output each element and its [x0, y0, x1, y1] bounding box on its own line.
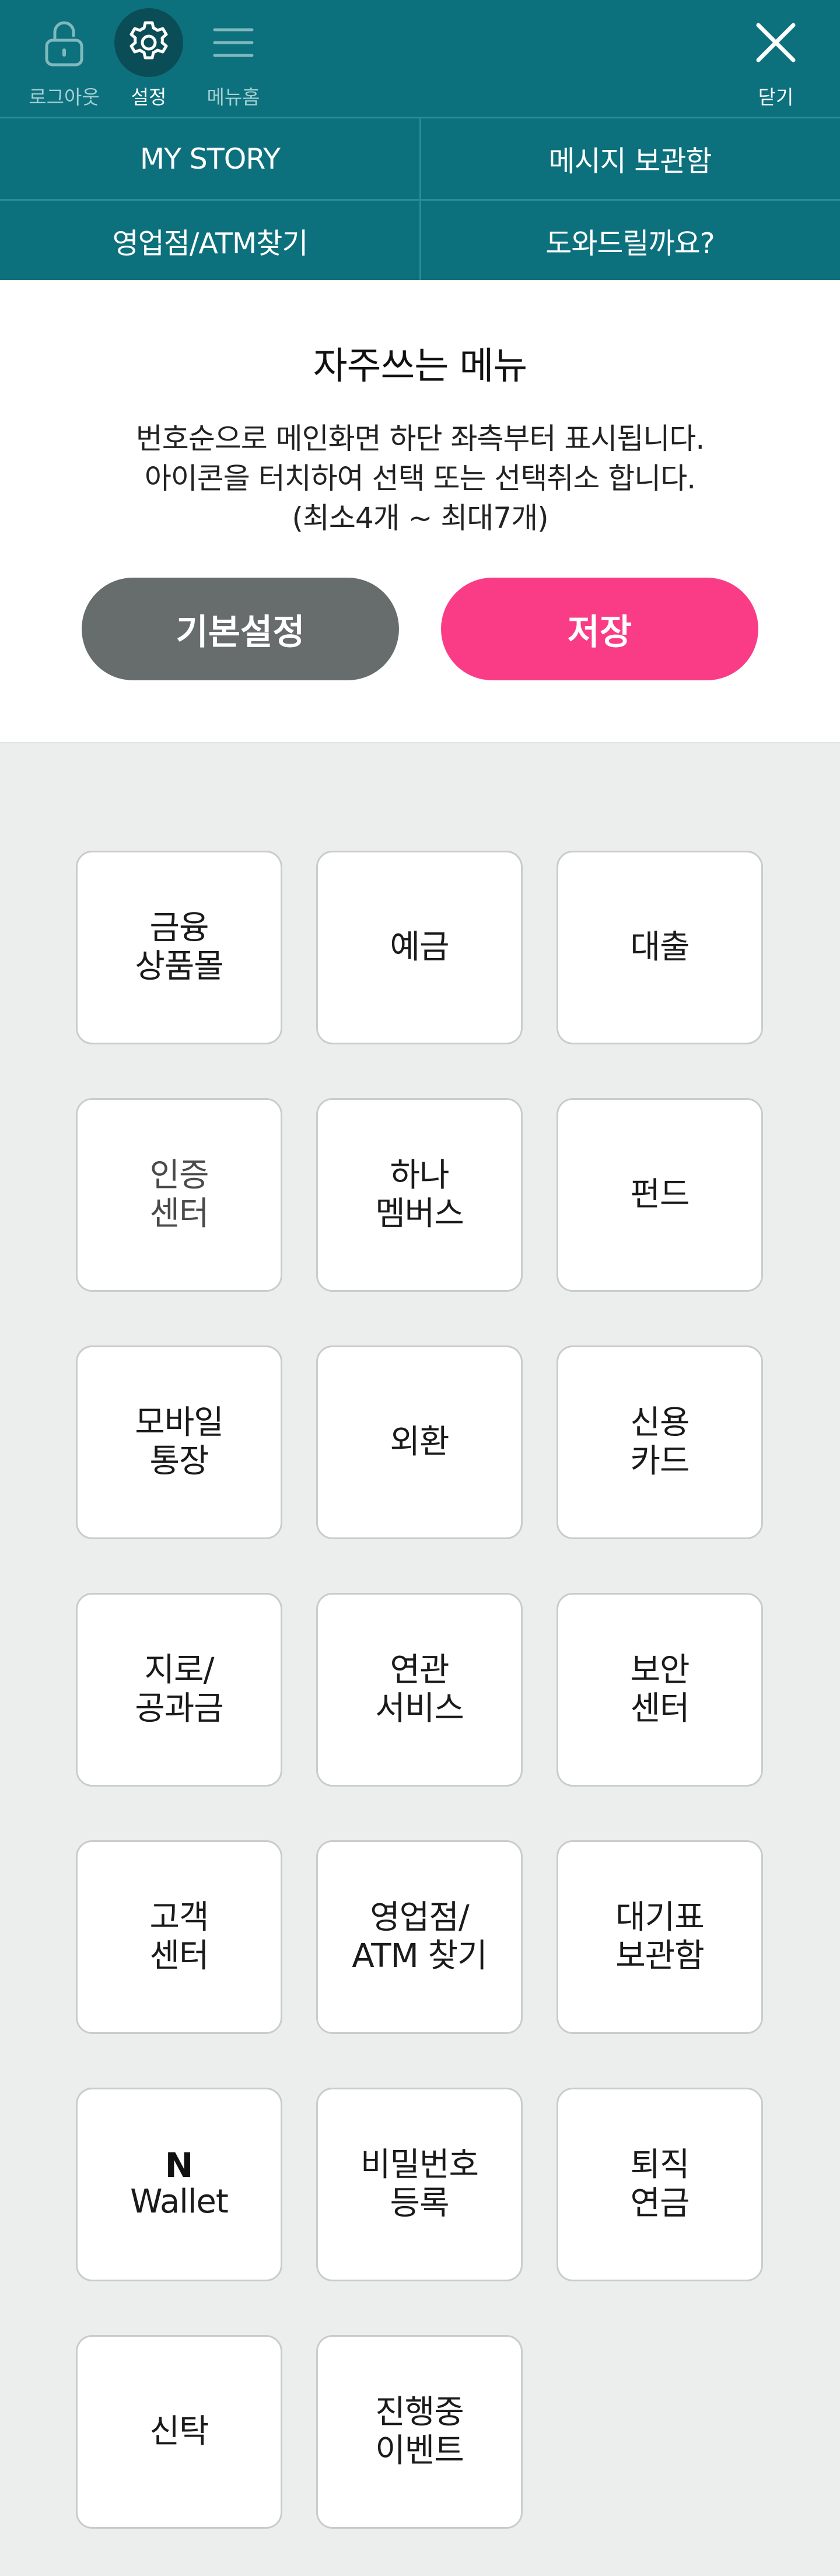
tile-label: 센터	[149, 1195, 209, 1233]
tile-label: 영업점/	[370, 1899, 469, 1937]
tile-label: 연금	[630, 2184, 690, 2222]
tile-label: 연관	[390, 1651, 449, 1689]
favorite-menu-panel: 자주쓰는 메뉴 번호순으로 메인화면 하단 좌측부터 표시됩니다. 아이콘을 터…	[0, 280, 840, 743]
settings-label: 설정	[131, 86, 167, 109]
menu-tile-branch-atm[interactable]: 영업점/ ATM 찾기	[316, 1840, 523, 2034]
menu-tile-trust[interactable]: 신탁	[76, 2335, 282, 2529]
tile-label: 고객	[149, 1899, 209, 1937]
menu-tile-retirement-pension[interactable]: 퇴직 연금	[556, 2088, 763, 2281]
tile-label: 센터	[630, 1690, 690, 1728]
panel-description-line3: (최소4개 ~ 최대7개)	[292, 501, 548, 535]
tile-label: ATM 찾기	[352, 1937, 487, 1975]
tile-label: 등록	[390, 2184, 449, 2222]
menu-tile-credit-card[interactable]: 신용 카드	[556, 1345, 763, 1539]
tile-label: 펀드	[630, 1176, 690, 1214]
menu-home-button[interactable]: 메뉴홈	[192, 0, 274, 117]
menu-tile-n-wallet[interactable]: N Wallet	[76, 2088, 282, 2281]
tile-label: 진행중	[375, 2393, 464, 2431]
close-icon	[741, 8, 810, 77]
tile-label: 신용	[630, 1404, 690, 1442]
tile-label: 모바일	[135, 1404, 224, 1442]
menu-tile-certificate-center[interactable]: 인증 센터	[76, 1098, 282, 1292]
menu-home-label: 메뉴홈	[206, 86, 260, 109]
panel-title: 자주쓰는 메뉴	[313, 345, 528, 388]
menu-tile-mobile-passbook[interactable]: 모바일 통장	[76, 1345, 282, 1539]
default-settings-button[interactable]: 기본설정	[82, 578, 399, 680]
close-label: 닫기	[758, 86, 794, 109]
tile-label: 예금	[390, 928, 449, 966]
tile-label: 외환	[390, 1423, 449, 1461]
tile-label: 서비스	[375, 1690, 464, 1728]
menu-tile-customer-center[interactable]: 고객 센터	[76, 1840, 282, 2034]
menu-tile-loan[interactable]: 대출	[556, 851, 763, 1044]
tile-label: 공과금	[135, 1690, 224, 1728]
my-story-link[interactable]: MY STORY	[0, 118, 420, 199]
tile-label: 보안	[630, 1651, 690, 1689]
menu-tile-financial-mall[interactable]: 금융 상품몰	[76, 851, 282, 1044]
n-logo-icon: N	[164, 2145, 194, 2185]
tile-label: 멤버스	[375, 1195, 464, 1233]
menu-tile-foreign-exchange[interactable]: 외환	[316, 1345, 523, 1539]
tile-label: 상품몰	[135, 948, 224, 985]
quick-links: MY STORY 메시지 보관함 영업점/ATM찾기 도와드릴까요?	[0, 117, 840, 282]
logout-label: 로그아웃	[29, 86, 100, 109]
tile-label: 하나	[390, 1156, 449, 1194]
tile-label: 센터	[149, 1937, 209, 1975]
settings-button[interactable]: 설정	[114, 0, 183, 117]
tile-label: 신탁	[149, 2413, 209, 2451]
close-button[interactable]: 닫기	[735, 0, 817, 117]
panel-description-line1: 번호순으로 메인화면 하단 좌측부터 표시됩니다.	[135, 422, 705, 456]
gear-icon	[114, 8, 183, 77]
tile-label: 보관함	[615, 1937, 705, 1975]
menu-tile-password-register[interactable]: 비밀번호 등록	[316, 2088, 523, 2281]
tile-label: 퇴직	[630, 2146, 690, 2184]
tile-label: Wallet	[130, 2183, 229, 2221]
divider	[0, 199, 840, 201]
unlock-icon	[30, 8, 99, 77]
hamburger-menu-icon	[199, 8, 268, 77]
save-button[interactable]: 저장	[441, 578, 758, 680]
panel-description-line2: 아이콘을 터치하여 선택 또는 선택취소 합니다.	[144, 462, 696, 495]
menu-tile-ticket-box[interactable]: 대기표 보관함	[556, 1840, 763, 2034]
logout-button[interactable]: 로그아웃	[23, 0, 105, 117]
tile-label: 이벤트	[375, 2432, 464, 2470]
tile-label: 대출	[630, 928, 690, 966]
tile-label: 지로/	[144, 1651, 215, 1689]
top-bar: 로그아웃 설정 메뉴홈 닫기	[0, 0, 840, 117]
message-box-link[interactable]: 메시지 보관함	[420, 118, 840, 199]
menu-tile-hana-members[interactable]: 하나 멤버스	[316, 1098, 523, 1292]
tile-label: 대기표	[615, 1899, 705, 1937]
menu-tile-fund[interactable]: 펀드	[556, 1098, 763, 1292]
tile-label: 금융	[149, 909, 209, 947]
menu-tile-giro-utility[interactable]: 지로/ 공과금	[76, 1593, 282, 1787]
tile-label: 통장	[149, 1442, 209, 1480]
menu-tile-security-center[interactable]: 보안 센터	[556, 1593, 763, 1787]
tile-label: 인증	[149, 1156, 209, 1194]
menu-tile-ongoing-events[interactable]: 진행중 이벤트	[316, 2335, 523, 2529]
menu-tile-deposit[interactable]: 예금	[316, 851, 523, 1044]
tile-label: 비밀번호	[360, 2146, 479, 2184]
menu-tile-related-services[interactable]: 연관 서비스	[316, 1593, 523, 1787]
branch-atm-link[interactable]: 영업점/ATM찾기	[0, 201, 420, 281]
tile-label: 카드	[630, 1442, 690, 1480]
help-link[interactable]: 도와드릴까요?	[420, 201, 840, 281]
